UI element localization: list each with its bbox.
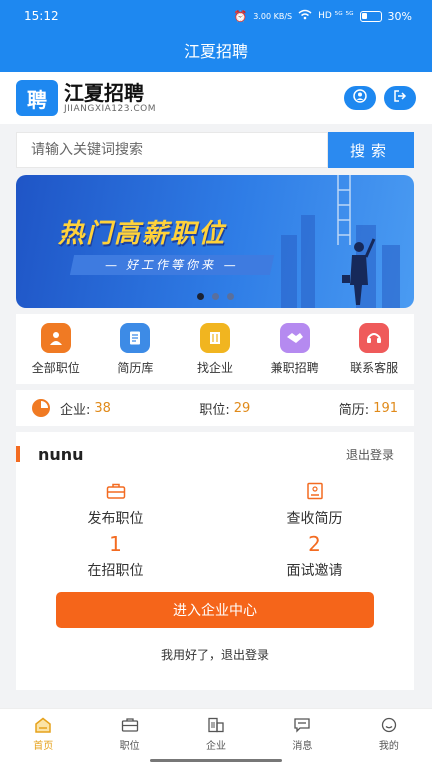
search-bar: 搜索	[16, 132, 414, 168]
nav-label: 简历库	[117, 360, 154, 375]
building-icon	[199, 322, 230, 353]
user-icon	[353, 89, 367, 107]
status-icons: ⏰ 3.00 KB/S HD ⁵ᴳ ⁵ᴳ 30%	[234, 9, 412, 23]
banner[interactable]: 热门高薪职位 — 好工作等你来 —	[16, 175, 414, 308]
nav-label: 找企业	[196, 360, 233, 375]
post-job-button[interactable]: 发布职位	[16, 482, 215, 532]
tab-label: 职位	[119, 741, 140, 752]
count-label: 面试邀请	[286, 563, 343, 579]
wifi-icon	[298, 9, 312, 23]
building-icon	[207, 717, 225, 733]
section-marker	[16, 446, 20, 462]
carousel-dot[interactable]	[226, 293, 234, 300]
battery-level: 30%	[387, 9, 412, 23]
home-icon	[34, 717, 52, 733]
network-speed: 3.00 KB/S	[253, 11, 293, 21]
enter-company-center-button[interactable]: 进入企业中心	[56, 592, 374, 628]
logo-title: 江夏招聘	[64, 81, 144, 105]
stat-resumes: 简历: 191	[339, 399, 398, 418]
battery-icon	[359, 10, 382, 22]
profile-icon	[380, 717, 398, 733]
action-label: 发布职位	[87, 511, 144, 527]
logo-icon: 聘	[16, 80, 58, 116]
tab-label: 企业	[206, 741, 227, 752]
action-label: 查收简历	[286, 511, 343, 527]
stat-label: 简历:	[338, 402, 370, 418]
logout-link[interactable]: 退出登录	[346, 446, 394, 463]
username: nunu	[38, 444, 84, 464]
person-icon	[40, 322, 71, 353]
logout-button[interactable]	[384, 86, 416, 110]
nav-label: 全部职位	[31, 360, 80, 375]
carousel-dot[interactable]	[211, 293, 219, 300]
count-label: 在招职位	[87, 563, 144, 579]
banner-subtitle: — 好工作等你来 —	[69, 255, 275, 275]
signal-icon: HD ⁵ᴳ ⁵ᴳ	[318, 11, 354, 21]
stat-value: 191	[373, 400, 398, 416]
tab-label: 消息	[292, 741, 313, 752]
handshake-icon	[279, 322, 310, 353]
resume-icon	[120, 322, 151, 353]
open-jobs-count[interactable]: 1 在招职位	[16, 532, 215, 582]
briefcase-icon	[106, 482, 126, 504]
tab-home[interactable]: 首页	[0, 709, 86, 768]
briefcase-icon	[121, 717, 139, 733]
interview-invites-count[interactable]: 2 面试邀请	[215, 532, 414, 582]
nav-contact-support[interactable]: 联系客服	[335, 322, 413, 376]
logo-subtitle: JIIANGXIA123.COM	[64, 104, 156, 114]
nav-label: 兼职招聘	[270, 360, 319, 375]
carousel-dot[interactable]	[196, 293, 204, 300]
stat-label: 职位:	[199, 402, 230, 418]
nav-all-jobs[interactable]: 全部职位	[17, 322, 95, 376]
nav-label: 联系客服	[350, 360, 399, 375]
status-bar: 15:12 ⏰ 3.00 KB/S HD ⁵ᴳ ⁵ᴳ 30%	[0, 0, 432, 32]
quick-nav: 全部职位 简历库 找企业 兼职招聘 联系客服	[16, 314, 414, 384]
stat-value: 29	[233, 400, 251, 416]
nav-resume-library[interactable]: 简历库	[96, 322, 174, 376]
alarm-icon: ⏰	[233, 9, 248, 23]
pie-chart-icon	[32, 399, 50, 417]
banner-title: 热门高薪职位	[58, 219, 227, 249]
stat-value: 38	[94, 400, 111, 416]
logout-icon	[393, 89, 407, 107]
stats-bar: 企业: 38 职位: 29 简历: 191	[16, 390, 414, 426]
stat-companies: 企业: 38	[60, 399, 111, 418]
stat-jobs: 职位: 29	[199, 399, 250, 418]
tab-profile[interactable]: 我的	[346, 709, 432, 768]
logo-text: 江夏招聘 JIIANGXIA123.COM	[64, 82, 156, 114]
company-panel: nunu 退出登录 发布职位 查收简历 1 在招职位 2 面试邀请 进入企业中心…	[16, 432, 414, 690]
title-bar: 江夏招聘	[0, 32, 432, 72]
app-header: 聘 江夏招聘 JIIANGXIA123.COM	[0, 72, 432, 124]
done-logout-link[interactable]: 我用好了，退出登录	[16, 646, 414, 663]
home-indicator	[150, 759, 282, 762]
count-value: 1	[109, 532, 122, 556]
nav-find-company[interactable]: 找企业	[176, 322, 254, 376]
check-resumes-button[interactable]: 查收简历	[215, 482, 414, 532]
tab-label: 我的	[378, 741, 399, 752]
company-actions: 发布职位 查收简历 1 在招职位 2 面试邀请	[16, 482, 414, 582]
status-time: 15:12	[24, 9, 59, 23]
carousel-dots	[16, 293, 414, 300]
tab-label: 首页	[33, 741, 54, 752]
resume-check-icon	[306, 482, 324, 504]
message-icon	[293, 717, 311, 733]
count-value: 2	[308, 532, 321, 556]
stat-label: 企业:	[60, 402, 91, 418]
search-button[interactable]: 搜索	[328, 132, 414, 168]
phone-icon	[359, 322, 390, 353]
nav-part-time[interactable]: 兼职招聘	[256, 322, 334, 376]
page-title: 江夏招聘	[183, 42, 248, 61]
company-header: nunu 退出登录	[16, 432, 414, 476]
search-input[interactable]	[16, 132, 328, 168]
user-button[interactable]	[344, 86, 376, 110]
